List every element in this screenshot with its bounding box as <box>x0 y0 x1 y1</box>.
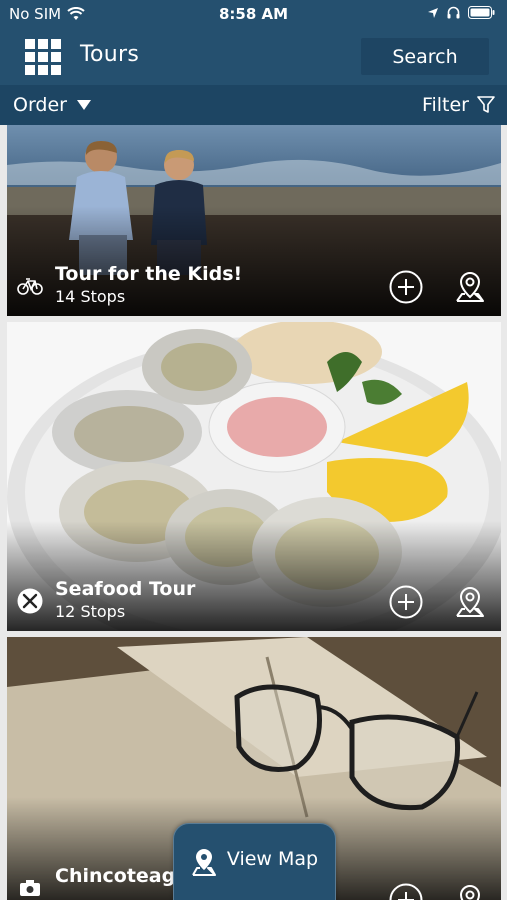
headphones-icon <box>447 6 460 19</box>
order-label: Order <box>13 94 67 116</box>
nav-bar: Tours Search <box>0 28 507 85</box>
add-icon[interactable] <box>389 585 423 619</box>
card-actions <box>389 585 487 619</box>
add-icon[interactable] <box>389 270 423 304</box>
bicycle-icon <box>17 273 43 299</box>
fork-knife-icon <box>17 588 43 614</box>
tour-title: Chincoteagu <box>55 865 189 887</box>
tour-info: Seafood Tour 12 Stops <box>17 577 195 623</box>
grid-menu-icon[interactable] <box>25 39 61 75</box>
tour-stops: 12 Stops <box>55 602 126 621</box>
map-pin-icon[interactable] <box>453 585 487 619</box>
page-title: Tours <box>80 42 140 67</box>
status-bar: No SIM 8:58 AM <box>0 0 507 28</box>
map-pin-icon <box>192 849 216 876</box>
battery-icon <box>468 6 495 19</box>
tour-title: Seafood Tour <box>55 578 196 600</box>
tour-stops: 14 Stops <box>55 287 126 306</box>
search-button[interactable]: Search <box>361 38 489 75</box>
card-actions <box>389 270 487 304</box>
order-button[interactable]: Order <box>13 94 91 116</box>
location-arrow-icon <box>428 7 438 18</box>
map-pin-icon[interactable] <box>453 270 487 304</box>
card-actions <box>389 883 487 900</box>
filter-button[interactable]: Filter <box>422 94 495 116</box>
camera-icon <box>17 875 43 900</box>
filter-icon <box>477 96 495 113</box>
add-icon[interactable] <box>389 883 423 900</box>
caret-down-icon <box>77 100 91 110</box>
view-map-button[interactable]: View Map <box>173 823 336 900</box>
map-pin-icon[interactable] <box>453 883 487 900</box>
tour-info: Tour for the Kids! 14 Stops <box>17 262 242 308</box>
tour-info: Chincoteagu <box>17 864 189 900</box>
sort-filter-bar: Order Filter <box>0 85 507 125</box>
tour-list[interactable]: Tour for the Kids! 14 Stops Seafood Tour… <box>0 125 507 900</box>
tour-card[interactable]: Tour for the Kids! 14 Stops <box>7 125 501 316</box>
tour-title: Tour for the Kids! <box>55 263 243 285</box>
status-icons <box>427 6 495 19</box>
tour-card[interactable]: Seafood Tour 12 Stops <box>7 322 501 631</box>
filter-label: Filter <box>421 94 469 116</box>
view-map-label: View Map <box>226 848 319 870</box>
